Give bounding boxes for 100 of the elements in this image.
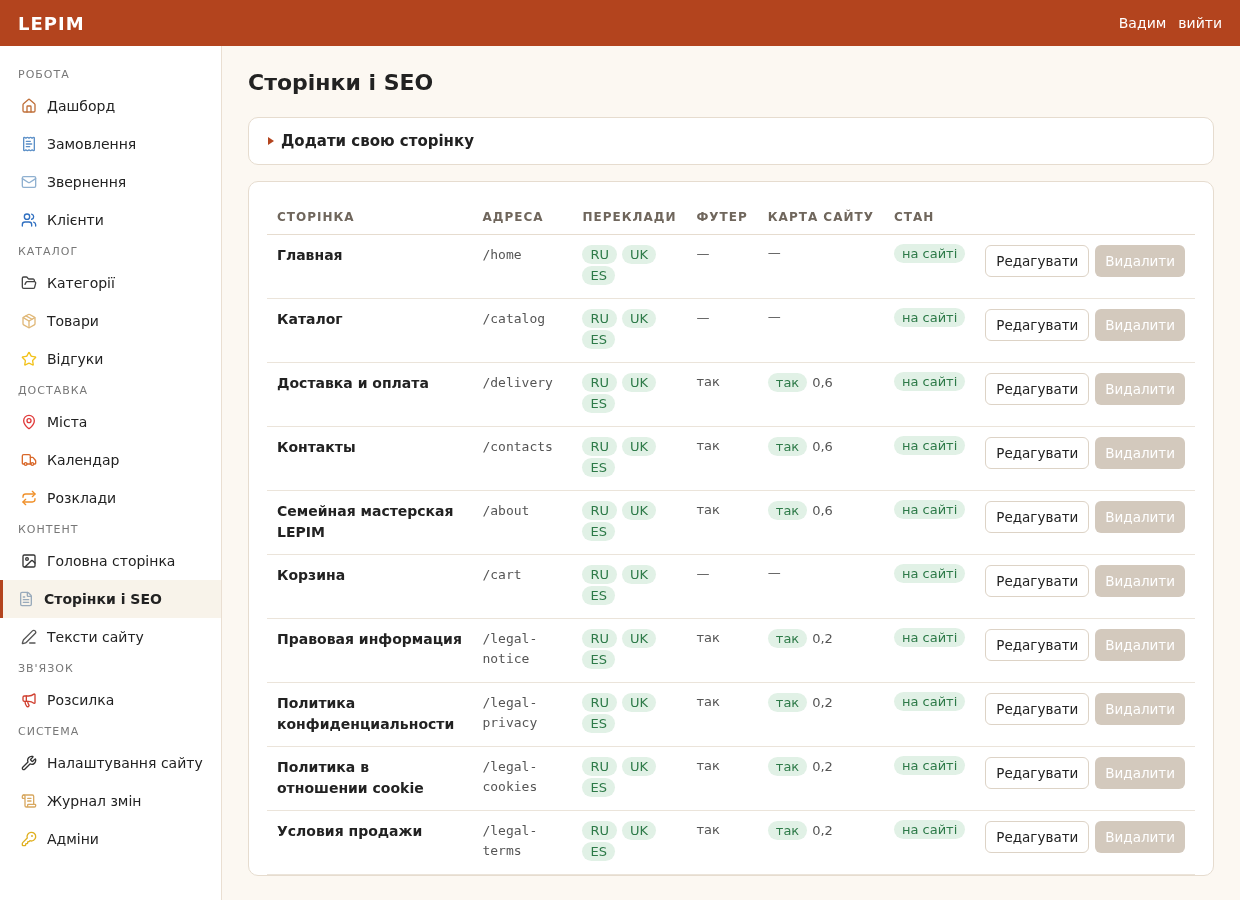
edit-button[interactable]: Редагувати xyxy=(985,245,1090,277)
footer-value: так xyxy=(696,502,720,517)
footer-value: так xyxy=(696,822,720,837)
sidebar-item[interactable]: Звернення xyxy=(0,163,221,201)
edit-button[interactable]: Редагувати xyxy=(985,821,1090,853)
section-title: КАТАЛОГ xyxy=(17,244,80,260)
add-page-panel[interactable]: Додати свою сторінку xyxy=(248,117,1214,165)
page-address: /about xyxy=(482,502,531,520)
section-title: РОБОТА xyxy=(17,67,71,83)
page-name: Главная xyxy=(277,247,343,263)
sidebar-item[interactable]: Адміни xyxy=(0,820,221,858)
repeat-icon xyxy=(21,490,37,506)
footer-value: так xyxy=(696,694,720,709)
language-tag: ES xyxy=(582,522,615,541)
sidebar-item[interactable]: Сторінки і SEO xyxy=(0,580,221,618)
brand-logo[interactable]: LEPIM xyxy=(18,12,85,34)
sidebar-item[interactable]: Дашборд xyxy=(0,87,221,125)
scroll-icon xyxy=(21,793,37,809)
page-address: /legal-terms xyxy=(482,822,539,860)
language-tag: UK xyxy=(622,437,657,456)
status-tag: на сайті xyxy=(893,756,966,775)
language-tag: ES xyxy=(582,778,615,797)
language-tag: UK xyxy=(622,821,657,840)
sitemap-tag: так xyxy=(767,437,808,456)
edit-button[interactable]: Редагувати xyxy=(985,693,1090,725)
document-icon xyxy=(18,591,34,607)
edit-button[interactable]: Редагувати xyxy=(985,437,1090,469)
house-icon xyxy=(21,98,37,114)
sidebar-item[interactable]: Відгуки xyxy=(0,340,221,378)
folder-icon xyxy=(21,275,37,291)
sitemap-tag: так xyxy=(767,757,808,776)
page-address: /delivery xyxy=(482,374,554,392)
sidebar-item[interactable]: Тексти сайту xyxy=(0,618,221,656)
page-name: Контакты xyxy=(277,439,356,455)
logout-link[interactable]: вийти xyxy=(1178,15,1222,31)
language-tag: UK xyxy=(622,757,657,776)
language-tag: RU xyxy=(582,309,617,328)
status-tag: на сайті xyxy=(893,628,966,647)
page-address: /cart xyxy=(482,566,523,584)
language-tag: ES xyxy=(582,330,615,349)
sitemap-priority: 0,6 xyxy=(812,375,833,390)
status-tag: на сайті xyxy=(893,308,966,327)
section-title: ЗВ'ЯЗОК xyxy=(17,661,75,677)
user-link[interactable]: Вадим xyxy=(1118,15,1167,31)
column-header: АДРЕСА xyxy=(472,200,573,235)
page-name: Семейная мастерская LEPIM xyxy=(277,503,454,540)
sidebar-item[interactable]: Розклади xyxy=(0,479,221,517)
language-tag: UK xyxy=(622,565,657,584)
page-address: /legal-cookies xyxy=(482,758,539,796)
language-tag: UK xyxy=(622,693,657,712)
sidebar-item[interactable]: Клієнти xyxy=(0,201,221,239)
sidebar-item[interactable]: Товари xyxy=(0,302,221,340)
status-tag: на сайті xyxy=(893,436,966,455)
page-address: /contacts xyxy=(482,438,554,456)
sitemap-tag: так xyxy=(767,821,808,840)
language-tag: RU xyxy=(582,821,617,840)
sidebar-item[interactable]: Налаштування сайту xyxy=(0,744,221,782)
page-name: Правовая информация xyxy=(277,631,462,647)
status-tag: на сайті xyxy=(893,692,966,711)
sidebar-item[interactable]: Міста xyxy=(0,403,221,441)
language-tag: ES xyxy=(582,394,615,413)
sidebar-item[interactable]: Журнал змін xyxy=(0,782,221,820)
language-tag: UK xyxy=(622,629,657,648)
language-tag: ES xyxy=(582,650,615,669)
key-icon xyxy=(21,831,37,847)
edit-button[interactable]: Редагувати xyxy=(985,501,1090,533)
column-header: ПЕРЕКЛАДИ xyxy=(572,200,687,235)
sidebar-item[interactable]: Календар xyxy=(0,441,221,479)
language-tag: RU xyxy=(582,757,617,776)
package-icon xyxy=(21,313,37,329)
page-name: Корзина xyxy=(277,567,346,583)
language-tag: RU xyxy=(582,693,617,712)
edit-button[interactable]: Редагувати xyxy=(985,309,1090,341)
language-tag: UK xyxy=(622,373,657,392)
status-tag: на сайті xyxy=(893,500,966,519)
sitemap-priority: 0,2 xyxy=(812,759,833,774)
edit-button[interactable]: Редагувати xyxy=(985,565,1090,597)
star-icon xyxy=(21,351,37,367)
footer-value: — xyxy=(696,310,710,325)
section-title: КОНТЕНТ xyxy=(17,522,80,538)
edit-button[interactable]: Редагувати xyxy=(985,373,1090,405)
wrench-icon xyxy=(21,755,37,771)
sidebar-item[interactable]: Головна сторінка xyxy=(0,542,221,580)
sidebar-item[interactable]: Замовлення xyxy=(0,125,221,163)
column-header: ФУТЕР xyxy=(686,200,758,235)
edit-button[interactable]: Редагувати xyxy=(985,629,1090,661)
page-title: Сторінки і SEO xyxy=(248,70,435,95)
sidebar-item[interactable]: Категорії xyxy=(0,264,221,302)
language-tag: UK xyxy=(622,309,657,328)
picture-frame-icon xyxy=(21,553,37,569)
sidebar-item[interactable]: Розсилка xyxy=(0,681,221,719)
page-name: Политика конфиденциальности xyxy=(277,695,455,732)
language-tag: ES xyxy=(582,842,615,861)
footer-value: так xyxy=(696,374,720,389)
pin-icon xyxy=(21,414,37,430)
language-tag: ES xyxy=(582,586,615,605)
edit-button[interactable]: Редагувати xyxy=(985,757,1090,789)
column-header: СТАН xyxy=(883,200,976,235)
page-address: /legal-privacy xyxy=(482,694,539,732)
page-name: Условия продажи xyxy=(277,823,423,839)
